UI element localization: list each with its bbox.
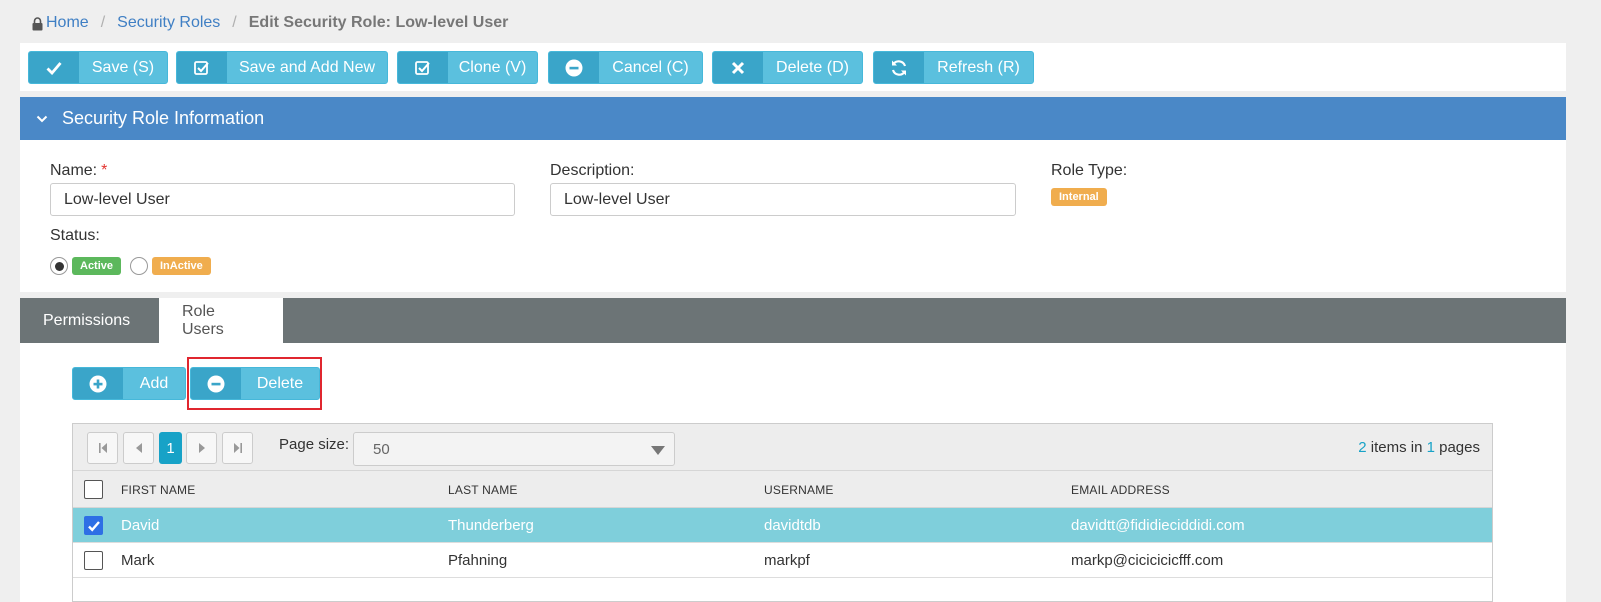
- grid-header: FIRST NAME LAST NAME USERNAME EMAIL ADDR…: [73, 471, 1492, 508]
- breadcrumb-security-roles-link[interactable]: Security Roles: [117, 14, 220, 32]
- name-label: Name: *: [50, 162, 108, 179]
- cancel-button[interactable]: Cancel (C): [548, 51, 703, 84]
- breadcrumb-separator: /: [100, 14, 106, 31]
- breadcrumb-current: Edit Security Role: Low-level User: [248, 14, 509, 31]
- status-active-badge[interactable]: Active: [72, 257, 122, 275]
- pager-info: 2 items in 1 pages: [1358, 439, 1480, 456]
- check-icon: [88, 521, 100, 532]
- cell-last-name: Thunderberg: [448, 517, 534, 534]
- name-field[interactable]: Low-level User: [50, 183, 515, 216]
- last-page-button[interactable]: [222, 432, 253, 464]
- checkbox-check-icon: [177, 52, 227, 83]
- last-page-icon: [233, 443, 242, 453]
- security-role-info-body: Name: * Low-level User Description: Low-l…: [20, 140, 1566, 292]
- radio-selected-dot: [55, 262, 64, 271]
- cancel-button-label: Cancel (C): [612, 58, 689, 76]
- panel-title: Security Role Information: [62, 108, 265, 128]
- description-label: Description:: [550, 162, 635, 179]
- column-header-last-name[interactable]: LAST NAME: [448, 483, 518, 497]
- grid-pager: 1 Page size: 50 2 items in 1 pages: [73, 424, 1492, 471]
- delete-toolbar-button[interactable]: Delete (D): [712, 51, 863, 84]
- breadcrumb: Home / Security Roles / Edit Security Ro…: [32, 14, 508, 32]
- dropdown-caret-icon: [651, 446, 665, 455]
- highlight-box: [187, 357, 322, 410]
- column-header-username[interactable]: USERNAME: [764, 483, 834, 497]
- next-page-icon: [198, 443, 205, 453]
- prev-page-icon: [135, 443, 142, 453]
- pages-text: pages: [1434, 439, 1480, 456]
- cell-first-name: Mark: [121, 552, 155, 569]
- cell-first-name: David: [121, 517, 160, 534]
- minus-circle-icon: [549, 52, 599, 83]
- page-size-value: 50: [373, 440, 390, 458]
- pages-count: 1: [1426, 439, 1435, 456]
- cell-last-name: Pfahning: [448, 552, 508, 569]
- save-and-add-new-button[interactable]: Save and Add New: [176, 51, 388, 84]
- delete-toolbar-label: Delete (D): [776, 58, 849, 76]
- next-page-button[interactable]: [186, 432, 217, 464]
- column-header-email[interactable]: EMAIL ADDRESS: [1071, 483, 1170, 497]
- description-field[interactable]: Low-level User: [550, 183, 1016, 216]
- status-inactive-radio[interactable]: [130, 257, 148, 275]
- security-role-info-header[interactable]: Security Role Information: [20, 97, 1566, 140]
- chevron-down-icon: [36, 115, 54, 123]
- first-page-button[interactable]: [87, 432, 118, 464]
- items-count: 2: [1358, 439, 1367, 456]
- cell-email: davidtt@fididieciddidi.com: [1071, 517, 1245, 534]
- status-label: Status:: [50, 227, 100, 244]
- tab-permissions[interactable]: Permissions: [20, 298, 159, 343]
- save-button[interactable]: Save (S): [28, 51, 168, 84]
- prev-page-button[interactable]: [123, 432, 154, 464]
- first-page-icon: [98, 443, 107, 453]
- refresh-button-label: Refresh (R): [937, 58, 1020, 76]
- add-button-label: Add: [139, 374, 169, 392]
- toolbar: Save (S) Save and Add New Clone (V) Canc…: [20, 43, 1566, 91]
- tab-bar: Permissions Role Users: [20, 298, 1566, 343]
- page-size-select[interactable]: 50: [353, 432, 675, 466]
- close-icon: [713, 52, 763, 83]
- select-all-checkbox[interactable]: [84, 480, 103, 499]
- table-row[interactable]: David Thunderberg davidtdb davidtt@fidid…: [73, 508, 1492, 543]
- role-type-label: Role Type:: [1051, 162, 1128, 179]
- refresh-icon: [874, 52, 924, 83]
- check-icon: [29, 52, 79, 83]
- page-size-label: Page size:: [279, 436, 350, 453]
- role-type-badge: Internal: [1051, 188, 1107, 206]
- save-button-label: Save (S): [91, 58, 155, 76]
- page-number-current[interactable]: 1: [159, 432, 182, 464]
- role-users-grid: 1 Page size: 50 2 items in 1 pages FIRST…: [72, 423, 1493, 602]
- tab-role-users[interactable]: Role Users: [159, 298, 283, 343]
- required-mark: *: [101, 162, 108, 179]
- lock-icon: [32, 17, 43, 31]
- refresh-button[interactable]: Refresh (R): [873, 51, 1034, 84]
- status-inactive-badge[interactable]: InActive: [152, 257, 211, 275]
- row-checkbox[interactable]: [84, 516, 103, 535]
- cell-email: markp@cicicicicfff.com: [1071, 552, 1224, 569]
- plus-circle-icon: [73, 368, 123, 399]
- items-text: items in: [1366, 439, 1427, 456]
- row-checkbox[interactable]: [84, 551, 103, 570]
- column-header-first-name[interactable]: FIRST NAME: [121, 483, 195, 497]
- clone-button[interactable]: Clone (V): [397, 51, 538, 84]
- save-and-add-new-label: Save and Add New: [238, 58, 376, 76]
- breadcrumb-separator: /: [232, 14, 237, 31]
- checkbox-check-icon: [398, 52, 448, 83]
- cell-username: markpf: [764, 552, 810, 569]
- breadcrumb-home-link[interactable]: Home: [46, 14, 89, 32]
- status-active-radio[interactable]: [50, 257, 68, 275]
- add-user-button[interactable]: Add: [72, 367, 186, 400]
- cell-username: davidtdb: [764, 517, 821, 534]
- table-row[interactable]: Mark Pfahning markpf markp@cicicicicfff.…: [73, 543, 1492, 578]
- clone-button-label: Clone (V): [458, 58, 527, 76]
